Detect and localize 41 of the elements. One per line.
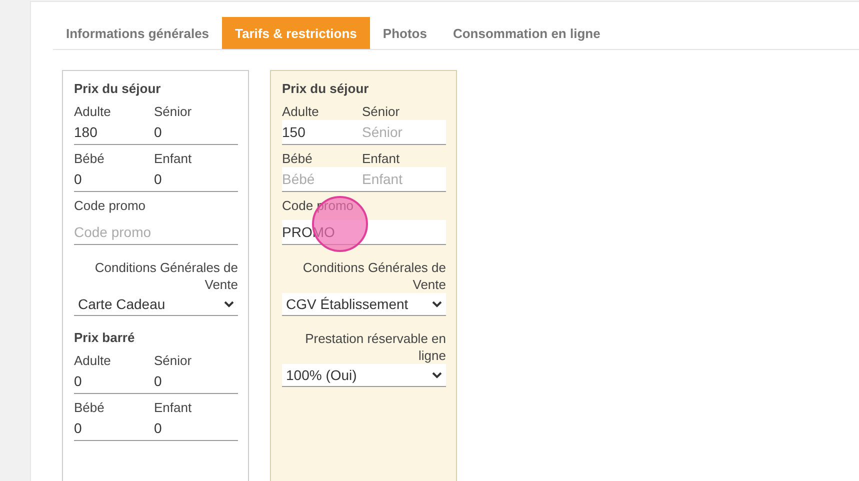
chevron-down-icon <box>224 300 234 308</box>
dropdown[interactable]: 100% (Oui) <box>282 364 446 387</box>
field-label: Enfant <box>154 400 193 416</box>
tab[interactable]: Informations générales <box>53 17 222 49</box>
field-label: Conditions Générales de Vente <box>94 259 238 293</box>
field-label: Sénior <box>362 104 401 120</box>
field-label: Bébé <box>74 400 106 416</box>
field-label: Adulte <box>74 104 112 120</box>
input-field[interactable]: 0 <box>154 167 238 191</box>
section-heading: Prix du séjour <box>282 81 370 96</box>
chevron-down-icon <box>432 372 442 378</box>
tab[interactable]: Consommation en ligne <box>440 17 614 49</box>
section-heading: Prix du séjour <box>74 81 162 96</box>
input-field[interactable]: Sénior <box>362 120 446 144</box>
input-field[interactable]: 0 <box>154 369 238 393</box>
field-label: Code promo <box>74 198 147 214</box>
field-label: Sénior <box>154 104 193 120</box>
field-label: Enfant <box>362 151 401 167</box>
field-label: Sénior <box>154 353 193 369</box>
field-label: Enfant <box>154 151 193 167</box>
input-field[interactable]: 0 <box>74 416 154 440</box>
input-field[interactable]: 0 <box>154 416 238 440</box>
section-heading: Prix barré <box>74 330 136 345</box>
input-field[interactable]: Bébé <box>282 167 362 191</box>
dropdown[interactable]: CGV Établissement <box>282 293 446 316</box>
input-field[interactable]: Enfant <box>362 167 446 191</box>
field-label: Bébé <box>282 151 314 167</box>
input-field[interactable]: 0 <box>74 369 154 393</box>
field-label: Bébé <box>74 151 106 167</box>
tab[interactable]: Photos <box>370 17 440 49</box>
input-field[interactable]: 180 <box>74 120 154 144</box>
input-field[interactable]: Code promo <box>74 220 238 245</box>
field-label: Adulte <box>282 104 320 120</box>
input-field[interactable]: 150 <box>282 120 362 144</box>
chevron-down-icon <box>432 300 442 308</box>
field-label: Conditions Générales de Vente <box>302 259 446 293</box>
dropdown[interactable]: Carte Cadeau <box>74 293 238 316</box>
input-field[interactable]: 0 <box>154 120 238 144</box>
field-label: Prestation réservable en ligne <box>304 330 446 364</box>
input-field[interactable]: 0 <box>74 167 154 191</box>
field-label: Adulte <box>74 353 112 369</box>
